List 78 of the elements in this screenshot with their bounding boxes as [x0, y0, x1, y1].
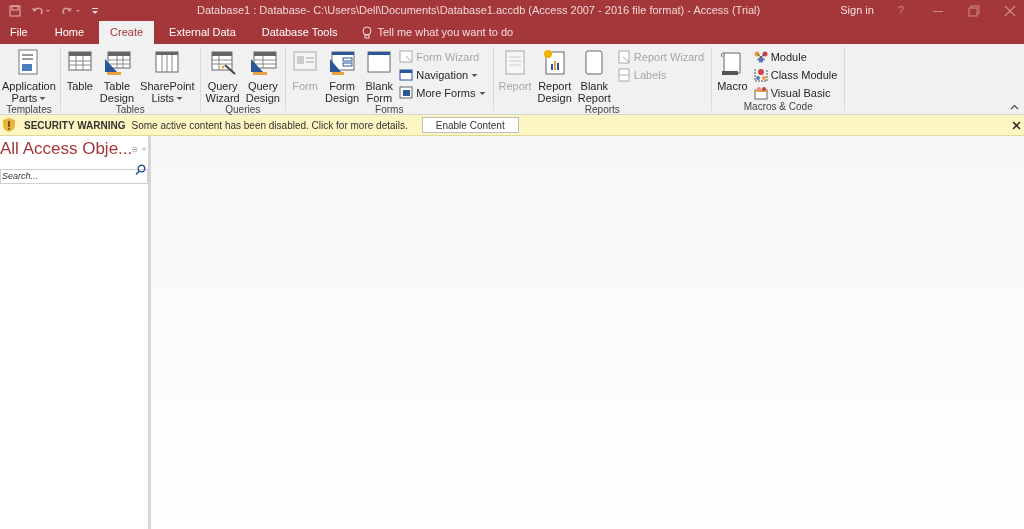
- ribbon-button[interactable]: Visual Basic: [753, 85, 842, 101]
- ribbon-button[interactable]: SharePoint Lists: [138, 49, 197, 104]
- ribbon-button[interactable]: Report Design: [535, 49, 574, 104]
- pane-title: All Access Obje...: [0, 138, 133, 161]
- query-design-icon: [248, 49, 277, 77]
- button-label: Design: [245, 92, 280, 104]
- report-wand-icon: [616, 50, 631, 64]
- group-label: Reports: [584, 104, 621, 117]
- lightbulb-icon: [362, 26, 373, 39]
- search-field[interactable]: Search...: [0, 168, 148, 184]
- navigation-form-icon: [399, 68, 414, 82]
- collapse-chevron-icon[interactable]: [141, 145, 146, 153]
- code-window-icon: [753, 86, 768, 100]
- ribbon-button[interactable]: Table: [63, 49, 96, 92]
- query-wand-icon: [208, 49, 237, 77]
- group-label: Macros & Code: [742, 101, 814, 114]
- ribbon-button[interactable]: Module: [753, 49, 842, 65]
- customize-toolbar-icon[interactable]: [91, 5, 99, 16]
- button-label: Form: [292, 80, 318, 92]
- class-module-icon: [753, 68, 768, 82]
- table-design-icon: [102, 49, 131, 77]
- ribbon-button[interactable]: Query Wizard: [203, 49, 242, 104]
- button-label: Blank: [365, 80, 393, 92]
- ribbon-tab[interactable]: File: [0, 21, 40, 44]
- button-label: Application: [2, 80, 56, 92]
- group-label: Templates: [5, 104, 53, 117]
- ribbon-button[interactable]: Macro: [715, 49, 750, 92]
- button-label: Table: [66, 80, 93, 92]
- save-icon[interactable]: [9, 4, 21, 17]
- warning-title: SECURITY WARNING: [24, 118, 126, 133]
- ribbon-tab[interactable]: Database Tools: [250, 21, 349, 44]
- button-label: Design: [537, 92, 572, 104]
- warning-message[interactable]: Some active content has been disabled. Click for more details.: [131, 117, 408, 133]
- button-label: Query: [207, 80, 238, 92]
- button-label: Design: [99, 92, 135, 104]
- button-label: Form: [329, 80, 355, 92]
- ribbon-button[interactable]: Class Module: [753, 67, 842, 83]
- button-label: Form: [366, 92, 393, 104]
- warning-shield-icon: [2, 117, 16, 133]
- ribbon-button[interactable]: Table Design: [97, 49, 137, 104]
- button-label: Blank: [580, 80, 609, 92]
- button-label: Macro: [717, 80, 748, 92]
- module-icon: [753, 50, 768, 64]
- ribbon-tab[interactable]: External Data: [158, 21, 247, 44]
- ribbon-tab[interactable]: Home: [43, 21, 96, 44]
- sign-in-link[interactable]: Sign in: [840, 2, 874, 19]
- ribbon-button[interactable]: Navigation: [399, 67, 490, 83]
- form-wand-icon: [399, 50, 414, 64]
- button-label: Parts: [11, 92, 38, 104]
- labels-icon: [616, 68, 631, 82]
- window-title: Database1 : Database- C:\Users\Dell\Documents\Database1.accdb (Access 2007 - 2016 file format) - Access (Trial): [196, 3, 762, 19]
- button-label: SharePoint: [140, 80, 195, 92]
- close-icon[interactable]: [1012, 120, 1021, 130]
- button-label: Report: [577, 92, 611, 104]
- group-label: Forms: [374, 104, 405, 117]
- collapse-ribbon-icon[interactable]: [1010, 104, 1019, 110]
- group-label: Tables: [115, 104, 146, 117]
- more-forms-icon: [399, 86, 414, 100]
- tell-me-field[interactable]: Tell me what you want to do: [377, 24, 514, 41]
- search-icon[interactable]: [135, 164, 146, 175]
- button-label: Table: [103, 80, 131, 92]
- ribbon-button[interactable]: Blank Report: [575, 49, 613, 104]
- ribbon-button[interactable]: Query Design: [243, 49, 282, 104]
- button-label: Report: [498, 80, 532, 92]
- button-label: Query: [247, 80, 278, 92]
- ribbon-button[interactable]: Application Parts: [0, 49, 58, 104]
- ribbon-button[interactable]: Blank Form: [363, 49, 396, 104]
- group-label: Queries: [224, 104, 261, 117]
- button-label: Report: [538, 80, 572, 92]
- ribbon-button[interactable]: More Forms: [399, 85, 490, 101]
- ribbon-button[interactable]: Form Design: [323, 49, 362, 104]
- ribbon-tab[interactable]: Create: [99, 21, 155, 44]
- button-label: Lists: [151, 92, 175, 104]
- button-label: Design: [325, 92, 360, 104]
- enable-content-button[interactable]: Enable Content: [421, 117, 519, 133]
- restore-icon[interactable]: [968, 4, 980, 17]
- form-design-icon: [328, 49, 357, 77]
- button-label: Wizard: [205, 92, 240, 104]
